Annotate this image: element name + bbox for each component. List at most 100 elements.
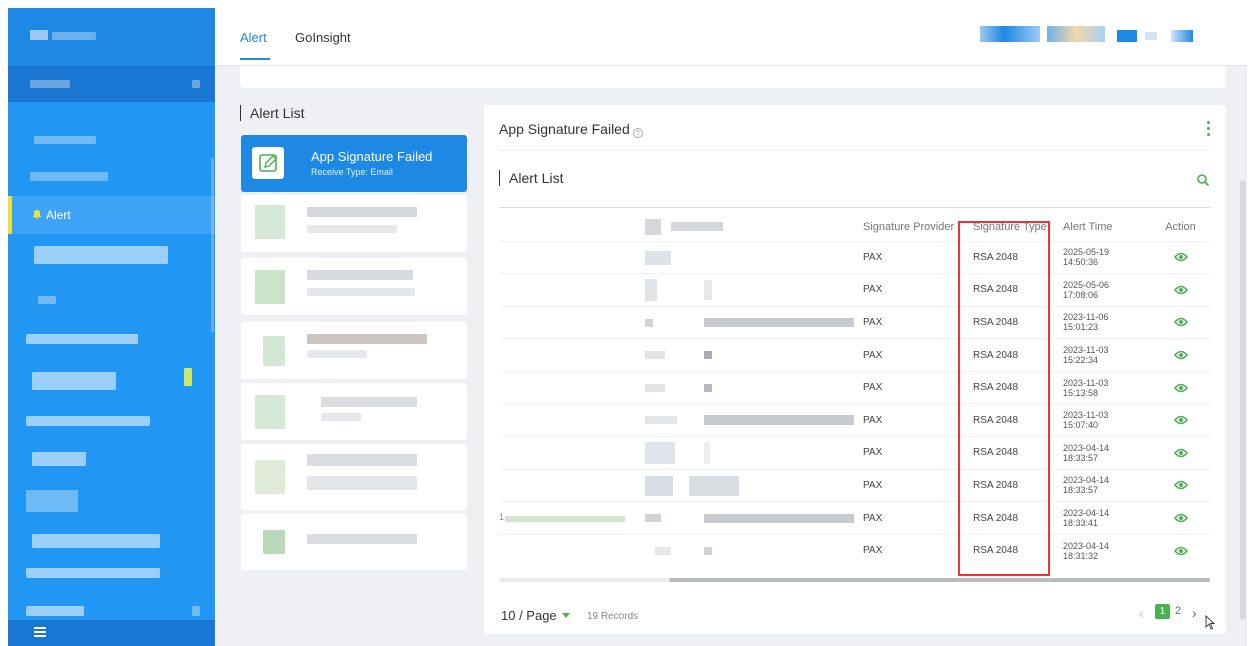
sidebar-item[interactable] xyxy=(8,522,215,560)
blurred-column-header xyxy=(499,213,863,241)
alert-card[interactable] xyxy=(241,383,467,440)
table-row: PAX RSA 2048 2023-11-03 15:13:58 xyxy=(499,370,1210,404)
cell-signature-provider: PAX xyxy=(863,436,963,470)
prev-page-icon[interactable]: ‹ xyxy=(1139,605,1144,621)
alert-clock-time: 15:07:40 xyxy=(1063,420,1099,431)
page-size-select[interactable]: 10 / Page xyxy=(501,608,570,623)
table-row: PAX RSA 2048 2025-05-06 17:08:06 xyxy=(499,273,1210,307)
col-signature-provider: Signature Provider xyxy=(863,220,955,233)
sidebar-item[interactable] xyxy=(8,120,215,158)
view-eye-icon[interactable] xyxy=(1173,480,1188,490)
alert-clock-time: 18:33:41 xyxy=(1063,518,1099,529)
cell-signature-provider: PAX xyxy=(863,273,963,307)
cell-signature-provider: PAX xyxy=(863,533,963,567)
view-eye-icon[interactable] xyxy=(1173,383,1188,393)
mouse-cursor-icon xyxy=(1205,615,1215,630)
sidebar-scrollbar[interactable] xyxy=(211,158,214,333)
sidebar-item[interactable] xyxy=(8,480,215,522)
horizontal-scrollbar[interactable] xyxy=(499,578,1210,582)
alert-list-subheading: Alert List xyxy=(499,170,563,186)
alert-clock-time: 18:33:57 xyxy=(1063,452,1099,463)
col-signature-type: Signature Type xyxy=(973,220,1047,233)
cell-signature-type: RSA 2048 xyxy=(963,533,1055,567)
cell-alert-time: 2023-04-14 18:33:57 xyxy=(1055,468,1151,502)
sidebar-item[interactable] xyxy=(8,158,215,196)
blurred-cell xyxy=(499,468,863,502)
cell-alert-time: 2023-11-06 15:01:23 xyxy=(1055,305,1151,339)
table-header-row: Signature Provider Signature Type Alert … xyxy=(499,213,1210,241)
cell-signature-provider: PAX xyxy=(863,501,963,535)
cell-alert-time: 2023-11-03 15:22:34 xyxy=(1055,338,1151,372)
view-eye-icon[interactable] xyxy=(1173,252,1188,262)
cell-signature-type: RSA 2048 xyxy=(963,338,1055,372)
active-tab-underline xyxy=(240,58,270,60)
view-eye-icon[interactable] xyxy=(1173,350,1188,360)
sidebar-item[interactable] xyxy=(8,234,215,284)
alert-card[interactable] xyxy=(241,444,467,510)
more-options-icon[interactable] xyxy=(1207,121,1211,137)
cell-alert-time: 2023-04-14 18:33:41 xyxy=(1055,501,1151,535)
view-eye-icon[interactable] xyxy=(1173,513,1188,523)
cell-action xyxy=(1151,305,1210,339)
alert-date: 2023-11-03 xyxy=(1063,345,1109,356)
alert-clock-time: 15:13:58 xyxy=(1063,387,1099,398)
page-1-button[interactable]: 1 xyxy=(1155,604,1170,619)
view-eye-icon[interactable] xyxy=(1173,285,1188,295)
sidebar-item-alert[interactable]: Alert xyxy=(8,196,215,234)
alert-clock-time: 18:33:57 xyxy=(1063,485,1099,496)
tab-goinsight[interactable]: GoInsight xyxy=(295,30,351,45)
alert-date: 2025-05-06 xyxy=(1063,279,1110,290)
cell-signature-type: RSA 2048 xyxy=(963,403,1055,437)
blurred-cell xyxy=(499,240,863,274)
card-subtitle: Receive Type: Email xyxy=(311,167,393,177)
search-icon[interactable] xyxy=(1196,173,1210,187)
alert-date: 2023-04-14 xyxy=(1063,475,1110,486)
alert-date: 2023-04-14 xyxy=(1063,508,1110,519)
sidebar-item[interactable] xyxy=(8,322,215,360)
cell-signature-provider: PAX xyxy=(863,240,963,274)
view-eye-icon[interactable] xyxy=(1173,448,1188,458)
view-eye-icon[interactable] xyxy=(1173,415,1188,425)
sidebar-item[interactable] xyxy=(8,560,215,598)
sidebar-group-header[interactable] xyxy=(8,66,215,102)
cell-signature-provider: PAX xyxy=(863,370,963,404)
next-page-icon[interactable]: › xyxy=(1192,605,1197,621)
hamburger-icon[interactable] xyxy=(34,627,46,637)
divider xyxy=(499,150,1210,151)
blurred-cell xyxy=(499,533,863,567)
cell-alert-time: 2023-11-03 15:07:40 xyxy=(1055,403,1151,437)
page-2-button[interactable]: 2 xyxy=(1175,605,1181,617)
alert-card[interactable] xyxy=(241,258,467,315)
cell-action xyxy=(1151,403,1210,437)
alert-card[interactable] xyxy=(241,322,467,379)
view-eye-icon[interactable] xyxy=(1173,546,1188,556)
sidebar-item[interactable] xyxy=(8,442,215,480)
cell-signature-type: RSA 2048 xyxy=(963,501,1055,535)
page-scrollbar[interactable] xyxy=(1240,180,1246,620)
cell-action xyxy=(1151,240,1210,274)
cell-action xyxy=(1151,370,1210,404)
tab-alert[interactable]: Alert xyxy=(240,30,267,45)
cell-signature-type: RSA 2048 xyxy=(963,436,1055,470)
sidebar-item[interactable] xyxy=(8,284,215,322)
table-row: PAX RSA 2048 2023-11-06 15:01:23 xyxy=(499,305,1210,339)
blurred-cell xyxy=(499,370,863,404)
detail-panel: App Signature Failed? Alert List Signatu… xyxy=(484,105,1226,634)
alert-card[interactable] xyxy=(241,514,467,570)
active-indicator xyxy=(8,196,12,234)
alert-card[interactable] xyxy=(241,195,467,252)
help-icon[interactable]: ? xyxy=(632,128,643,138)
record-count: 19 Records xyxy=(587,611,639,622)
sidebar-item-label: Alert xyxy=(46,208,71,222)
blurred-cell xyxy=(499,338,863,372)
table-row: PAX RSA 2048 2025-05-19 14:50:36 xyxy=(499,240,1210,274)
cell-action xyxy=(1151,338,1210,372)
sidebar-item[interactable] xyxy=(8,360,215,404)
cell-alert-time: 2023-04-14 18:33:57 xyxy=(1055,436,1151,470)
cell-alert-time: 2023-04-14 18:31:32 xyxy=(1055,533,1151,567)
cell-alert-time: 2023-11-03 15:13:58 xyxy=(1055,370,1151,404)
sidebar-item[interactable] xyxy=(8,404,215,442)
view-eye-icon[interactable] xyxy=(1173,317,1188,327)
alert-card-selected[interactable]: App Signature Failed Receive Type: Email xyxy=(241,135,467,192)
tab-bar: Alert GoInsight xyxy=(215,8,1247,66)
